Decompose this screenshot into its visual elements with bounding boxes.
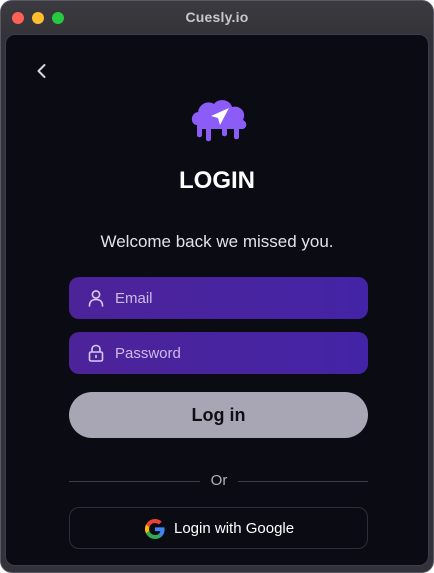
- divider-line-right: [238, 481, 368, 482]
- divider-line-left: [69, 481, 200, 482]
- login-button[interactable]: Log in: [69, 392, 368, 438]
- google-logo-icon: [145, 519, 165, 539]
- password-input[interactable]: [115, 332, 355, 374]
- divider-or-label: Or: [210, 472, 228, 489]
- email-input[interactable]: [115, 277, 355, 319]
- cloud-send-logo: [189, 99, 249, 143]
- google-login-label: Login with Google: [174, 520, 295, 537]
- password-field[interactable]: [69, 332, 368, 374]
- page-title: LOGIN: [179, 167, 255, 194]
- lock-icon: [87, 344, 105, 362]
- back-chevron-icon[interactable]: [32, 61, 52, 81]
- app-window: Cuesly.io LOGIN Welcome back we missed y…: [0, 0, 434, 573]
- window-title: Cuesly.io: [185, 9, 249, 25]
- welcome-subtitle: Welcome back we missed you.: [100, 232, 334, 251]
- user-icon: [87, 289, 105, 307]
- title-bar[interactable]: Cuesly.io: [1, 1, 433, 34]
- login-panel: LOGIN Welcome back we missed you. Lo: [5, 34, 429, 566]
- google-login-button[interactable]: Login with Google: [69, 507, 368, 549]
- email-field[interactable]: [69, 277, 368, 319]
